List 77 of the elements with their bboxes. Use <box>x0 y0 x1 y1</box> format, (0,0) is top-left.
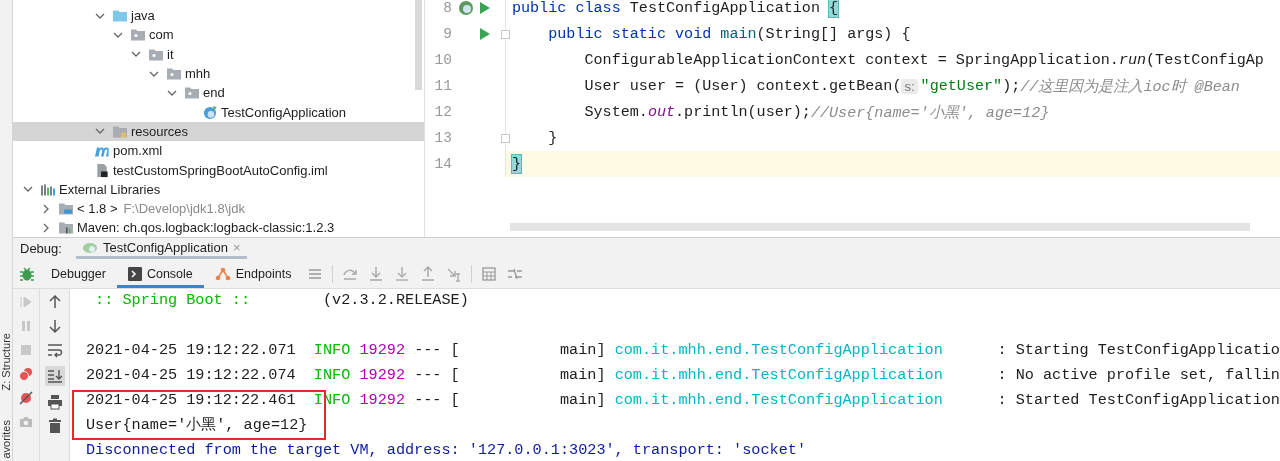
tree-label: mhh <box>185 66 211 82</box>
side-tab[interactable]: avorites <box>0 420 12 459</box>
tree-label: resources <box>131 123 189 139</box>
tree-label: it <box>167 46 174 62</box>
bug-icon[interactable] <box>18 265 35 282</box>
console-line: User{name='小黑', age=12} <box>86 415 309 436</box>
tree-label: pom.xml <box>113 143 163 159</box>
package-icon <box>166 66 182 82</box>
package-icon <box>184 85 200 101</box>
class-icon <box>202 104 218 120</box>
line-number: 12 <box>433 104 452 120</box>
library-icon <box>58 220 74 236</box>
tree-item[interactable]: testCustomSpringBootAutoConfig.iml <box>13 160 424 180</box>
tree-item[interactable]: < 1.8 > F:\Develop\jdk1.8\jdk <box>13 198 424 219</box>
vertical-scrollbar[interactable] <box>415 0 422 90</box>
console-line: Disconnected from the target VM, address: '127.0.0.1:3023', transport: 'socket' <box>86 440 807 461</box>
tree-item[interactable]: pom.xml <box>13 141 424 161</box>
bean-icon <box>81 240 98 254</box>
camera-icon[interactable] <box>18 414 34 430</box>
tree-label: com <box>149 27 174 43</box>
tree-label: Maven: ch.qos.logback:logback-classic:1.2.3 <box>77 220 335 236</box>
code-line: System.out.println(user);//User{name='小黑', age=12} <box>583 102 1051 124</box>
scroll-to-end-icon[interactable] <box>44 366 65 386</box>
file-icon <box>94 162 110 178</box>
line-number: 9 <box>442 26 452 42</box>
tree-item[interactable]: TestConfigApplication <box>13 102 424 122</box>
line-number: 11 <box>433 78 452 94</box>
console-line: :: Spring Boot :: (v2.3.2.RELEASE) <box>94 290 470 311</box>
package-icon <box>130 27 146 43</box>
line-number: 10 <box>433 52 452 68</box>
side-tab[interactable]: Z: Structure <box>0 333 12 391</box>
tree-item[interactable]: com <box>13 25 424 45</box>
nodes-icon <box>214 266 231 281</box>
tree-item[interactable]: it <box>13 44 424 64</box>
bean-icon[interactable] <box>458 0 474 16</box>
breakpoints-icon[interactable] <box>18 366 34 382</box>
horizontal-scrollbar[interactable] <box>510 223 1250 231</box>
code-line: ConfigurableApplicationContext context = SpringApplication.run(TestConfigAp <box>583 50 1265 71</box>
tree-label: External Libraries <box>59 181 161 197</box>
code-line: public class TestConfigApplication { <box>511 0 840 19</box>
tree-item[interactable]: java <box>13 6 424 26</box>
trash-icon[interactable] <box>46 418 63 434</box>
arrow-down-icon[interactable] <box>46 318 63 334</box>
line-number: 14 <box>433 156 452 172</box>
panel-tab[interactable]: Console <box>116 259 204 288</box>
calculator-icon[interactable] <box>481 265 498 282</box>
print-icon[interactable] <box>46 394 63 410</box>
tree-item[interactable]: Maven: ch.qos.logback:logback-classic:1.2.3 <box>13 218 424 237</box>
tree-label: < 1.8 > <box>77 201 118 217</box>
line-number: 8 <box>442 0 452 16</box>
folder-icon <box>58 201 74 217</box>
fold-icon[interactable] <box>501 29 510 39</box>
tree-item[interactable]: resources <box>13 121 424 142</box>
tree-label: java <box>131 8 155 24</box>
console-line: 2021-04-25 19:12:22.071 INFO 19292 --- [ main] com.it.mhh.end.TestConfigApplication : Starting TestConfigApplicatio <box>86 340 1280 361</box>
tree-detail: F:\Develop\jdk1.8\jdk <box>123 201 245 217</box>
code-line: public static void main(String[] args) { <box>547 24 912 45</box>
code-line: } <box>547 128 559 149</box>
code-line: User user = (User) context.getBean( s: "getUser");//这里因为是注入ioc时 @Bean <box>583 76 1241 98</box>
tree-item[interactable]: mhh <box>13 63 424 84</box>
tree-label: TestConfigApplication <box>221 104 347 120</box>
panel-title: Debug: <box>20 241 62 256</box>
tree-item[interactable]: end <box>13 83 424 103</box>
soft-wrap-icon[interactable] <box>46 342 63 358</box>
tree-item[interactable]: External Libraries <box>13 179 424 199</box>
mute-breakpoints-icon[interactable] <box>18 390 34 406</box>
panel-tab[interactable]: Debugger <box>40 259 117 288</box>
run-icon[interactable] <box>478 1 491 15</box>
panel-tab[interactable]: Endpoints <box>203 259 303 288</box>
run-icon[interactable] <box>478 27 491 41</box>
tree-label: testCustomSpringBootAutoConfig.iml <box>113 162 328 178</box>
tree-label: end <box>203 85 225 101</box>
console-line: 2021-04-25 19:12:22.074 INFO 19292 --- [ main] com.it.mhh.end.TestConfigApplication : No active profile set, fallin <box>86 365 1280 386</box>
console-icon <box>127 266 142 281</box>
line-number: 13 <box>433 130 452 146</box>
fold-icon[interactable] <box>501 133 510 143</box>
folder-icon <box>112 8 128 24</box>
